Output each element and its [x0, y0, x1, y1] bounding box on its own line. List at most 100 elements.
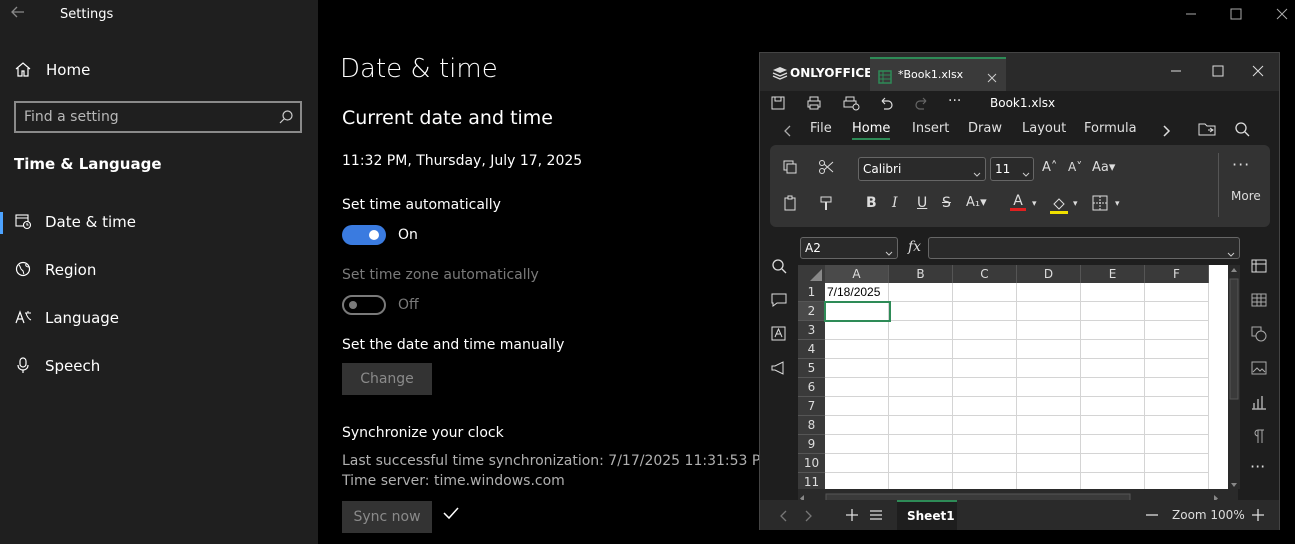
cell-a11[interactable]	[825, 473, 889, 489]
row-header-2[interactable]: 2	[798, 302, 825, 321]
set-time-auto-toggle[interactable]	[342, 225, 386, 245]
close-icon[interactable]	[1258, 0, 1295, 28]
cell-b7[interactable]	[889, 397, 953, 416]
cell-a5[interactable]	[825, 359, 889, 378]
comments-icon[interactable]	[770, 291, 790, 311]
minimize-icon[interactable]	[1168, 0, 1214, 28]
row-header-1[interactable]: 1	[798, 283, 825, 302]
minimize-icon[interactable]	[1168, 63, 1184, 83]
cell-e7[interactable]	[1081, 397, 1145, 416]
cell-c8[interactable]	[953, 416, 1017, 435]
cell-f2[interactable]	[1145, 302, 1209, 321]
strikethrough-icon[interactable]: S	[942, 195, 951, 211]
close-icon[interactable]	[1250, 63, 1266, 83]
chart-settings-icon[interactable]	[1250, 393, 1270, 413]
cell-d9[interactable]	[1017, 435, 1081, 454]
borders-icon[interactable]	[1092, 195, 1108, 215]
cell-f3[interactable]	[1145, 321, 1209, 340]
feedback-icon[interactable]	[770, 359, 790, 379]
zoom-out-icon[interactable]	[1144, 507, 1160, 527]
formula-input[interactable]	[928, 237, 1240, 259]
cell-e10[interactable]	[1081, 454, 1145, 473]
maximize-icon[interactable]	[1210, 63, 1226, 83]
cell-f5[interactable]	[1145, 359, 1209, 378]
cell-b1[interactable]	[889, 283, 953, 302]
cell-d6[interactable]	[1017, 378, 1081, 397]
cell-f11[interactable]	[1145, 473, 1209, 489]
paragraph-settings-icon[interactable]	[1250, 427, 1270, 447]
cell-c6[interactable]	[953, 378, 1017, 397]
cell-a9[interactable]	[825, 435, 889, 454]
row-header-11[interactable]: 11	[798, 473, 825, 489]
cell-e5[interactable]	[1081, 359, 1145, 378]
cell-d10[interactable]	[1017, 454, 1081, 473]
cell-e1[interactable]	[1081, 283, 1145, 302]
cell-a3[interactable]	[825, 321, 889, 340]
format-painter-icon[interactable]	[818, 195, 834, 215]
sync-now-button[interactable]: Sync now	[342, 501, 432, 533]
print-icon[interactable]	[806, 95, 822, 115]
add-sheet-icon[interactable]	[844, 507, 860, 527]
zoom-in-icon[interactable]	[1250, 507, 1266, 527]
select-all-corner[interactable]	[798, 265, 825, 283]
cell-c10[interactable]	[953, 454, 1017, 473]
tab-formula[interactable]: Formula	[1084, 121, 1137, 136]
back-arrow-icon[interactable]	[10, 4, 34, 24]
cell-d11[interactable]	[1017, 473, 1081, 489]
row-header-7[interactable]: 7	[798, 397, 825, 416]
cell-f4[interactable]	[1145, 340, 1209, 359]
vertical-scrollbar[interactable]	[1228, 265, 1240, 489]
cell-b4[interactable]	[889, 340, 953, 359]
font-size-select[interactable]: 11	[990, 157, 1034, 181]
sheet-tab[interactable]: Sheet1	[897, 500, 957, 530]
save-icon[interactable]	[770, 95, 786, 115]
fill-color-icon[interactable]	[1050, 195, 1068, 219]
search-input[interactable]	[24, 108, 274, 126]
tab-file[interactable]: File	[810, 121, 832, 136]
cell-c9[interactable]	[953, 435, 1017, 454]
cell-e8[interactable]	[1081, 416, 1145, 435]
cell-b8[interactable]	[889, 416, 953, 435]
cell-a6[interactable]	[825, 378, 889, 397]
row-header-5[interactable]: 5	[798, 359, 825, 378]
horizontal-scrollbar[interactable]	[798, 489, 1238, 504]
cell-b5[interactable]	[889, 359, 953, 378]
sheet-scroll-right-icon[interactable]	[804, 508, 814, 527]
sidebar-item-date-time[interactable]: Date & time	[0, 202, 318, 242]
row-header-10[interactable]: 10	[798, 454, 825, 473]
row-header-4[interactable]: 4	[798, 340, 825, 359]
change-button[interactable]: Change	[342, 363, 432, 395]
cell-f6[interactable]	[1145, 378, 1209, 397]
set-zone-auto-toggle[interactable]	[342, 295, 386, 315]
tab-layout[interactable]: Layout	[1022, 121, 1066, 136]
chevron-down-icon[interactable]: ▾	[1032, 199, 1037, 209]
cell-c1[interactable]	[953, 283, 1017, 302]
cell-b11[interactable]	[889, 473, 953, 489]
spellcheck-icon[interactable]	[770, 325, 790, 345]
cell-c4[interactable]	[953, 340, 1017, 359]
cell-settings-icon[interactable]	[1250, 257, 1270, 277]
cell-f1[interactable]	[1145, 283, 1209, 302]
column-header-d[interactable]: D	[1017, 265, 1081, 283]
cell-c7[interactable]	[953, 397, 1017, 416]
paste-icon[interactable]	[782, 195, 798, 215]
cell-a10[interactable]	[825, 454, 889, 473]
cell-c11[interactable]	[953, 473, 1017, 489]
increase-font-icon[interactable]: A˄	[1042, 160, 1057, 175]
cell-f8[interactable]	[1145, 416, 1209, 435]
change-case-icon[interactable]: Aa▾	[1092, 160, 1115, 175]
quick-print-icon[interactable]	[842, 95, 860, 115]
cell-d1[interactable]	[1017, 283, 1081, 302]
cell-a7[interactable]	[825, 397, 889, 416]
search-icon[interactable]	[1234, 121, 1250, 141]
cell-e3[interactable]	[1081, 321, 1145, 340]
sidebar-item-speech[interactable]: Speech	[0, 346, 318, 386]
cell-b2[interactable]	[889, 302, 953, 321]
function-icon[interactable]: fx	[908, 239, 921, 255]
copy-icon[interactable]	[782, 159, 798, 179]
row-header-9[interactable]: 9	[798, 435, 825, 454]
search-icon[interactable]	[770, 257, 790, 277]
chevron-down-icon[interactable]: ▾	[1115, 199, 1120, 209]
cell-e4[interactable]	[1081, 340, 1145, 359]
cell-e11[interactable]	[1081, 473, 1145, 489]
